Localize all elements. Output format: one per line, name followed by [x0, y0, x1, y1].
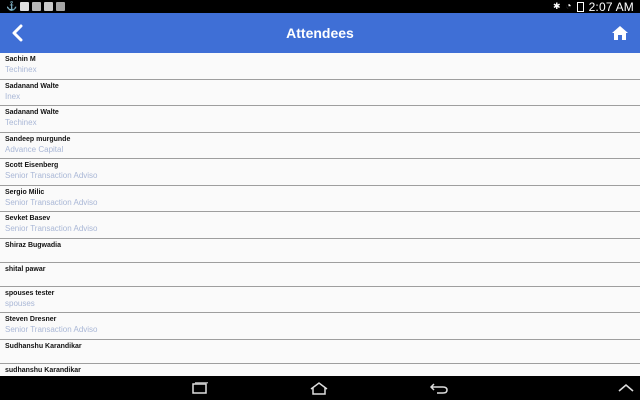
chevron-left-icon	[12, 24, 23, 42]
attendee-name: Sevket Basev	[5, 215, 51, 222]
home-outline-icon	[310, 381, 328, 395]
photo-icon	[56, 2, 66, 11]
wifi-icon: ◔	[565, 1, 572, 12]
attendee-name: Sachin M	[5, 56, 36, 63]
attendee-row[interactable]: Shiraz Bugwadia	[0, 238, 640, 263]
attendee-row[interactable]: Sachin M Techinex	[0, 53, 640, 80]
attendee-company: Techinex	[5, 65, 37, 74]
attendee-company: Senior Transaction Adviso	[5, 224, 98, 233]
gallery-icon	[44, 2, 54, 11]
status-time: 2:07 AM	[588, 0, 634, 14]
back-nav-button[interactable]	[430, 380, 448, 396]
attendee-row[interactable]: sudhanshu Karandikar	[0, 364, 640, 376]
attendee-name: sudhanshu Karandikar	[5, 367, 81, 375]
attendee-name: spouses tester	[5, 289, 55, 297]
attendee-row[interactable]: Sadanand Walte Techinex	[0, 106, 640, 133]
recent-apps-icon	[192, 382, 208, 394]
system-indicators: ✱ ◔ 2:07 AM	[553, 0, 634, 14]
attendee-name: shital pawar	[5, 265, 46, 273]
attendee-row[interactable]: Steven Dresner Senior Transaction Adviso	[0, 313, 640, 340]
attendee-company: Senior Transaction Adviso	[5, 197, 98, 207]
status-bar: ⚓ ✱ ◔ 2:07 AM	[0, 0, 640, 14]
back-button[interactable]	[8, 23, 28, 43]
talk-icon	[20, 2, 30, 11]
attendee-company: Senior Transaction Adviso	[5, 171, 98, 180]
attendee-name: Sandeep murgunde	[5, 135, 71, 143]
attendee-row[interactable]: Sandeep murgunde Advance Capital	[0, 132, 640, 159]
attendee-name: Steven Dresner	[5, 316, 57, 324]
attendee-row[interactable]: shital pawar	[0, 262, 640, 287]
home-icon	[612, 26, 628, 40]
attendee-company: Techinex	[5, 118, 37, 127]
attendee-row[interactable]: Sevket Basev Senior Transaction Adviso	[0, 212, 640, 239]
attendee-company: Senior Transaction Adviso	[5, 325, 98, 335]
attendee-list[interactable]: Sachin M Techinex Sadanand Walte Inex Sa…	[0, 53, 640, 376]
recent-apps-button[interactable]	[191, 380, 209, 396]
attendee-row[interactable]: Sergio Milic Senior Transaction Adviso	[0, 185, 640, 212]
attendee-row[interactable]: spouses tester spouses	[0, 286, 640, 314]
notification-icons: ⚓	[6, 1, 66, 12]
attendee-name: Scott Eisenberg	[5, 162, 59, 169]
attendee-row[interactable]: Sadanand Walte Inex	[0, 79, 640, 106]
attendee-name: Sadanand Walte	[5, 109, 59, 116]
image-icon	[32, 2, 42, 11]
attendee-row[interactable]: Sudhanshu Karandikar	[0, 339, 640, 365]
attendee-company: Advance Capital	[5, 144, 64, 154]
attendee-name: Shiraz Bugwadia	[5, 241, 62, 249]
attendee-row[interactable]: Scott Eisenberg Senior Transaction Advis…	[0, 159, 640, 186]
collapse-button[interactable]	[617, 380, 635, 396]
page-title: Attendees	[286, 25, 354, 41]
bluetooth-icon: ✱	[552, 1, 561, 11]
home-nav-button[interactable]	[310, 380, 328, 396]
chevron-up-icon	[618, 383, 634, 392]
home-button[interactable]	[610, 23, 630, 43]
back-arrow-icon	[430, 383, 448, 394]
attendee-name: Sadanand Walte	[5, 82, 59, 90]
battery-icon	[576, 1, 584, 12]
attendee-company: Inex	[5, 91, 21, 101]
attendee-company: spouses	[5, 298, 35, 308]
app-bar: Attendees	[0, 13, 640, 53]
attendee-name: Sergio Milic	[5, 188, 45, 196]
attendee-name: Sudhanshu Karandikar	[5, 342, 82, 350]
navigation-bar	[0, 376, 640, 400]
usb-icon: ⚓	[6, 1, 18, 11]
